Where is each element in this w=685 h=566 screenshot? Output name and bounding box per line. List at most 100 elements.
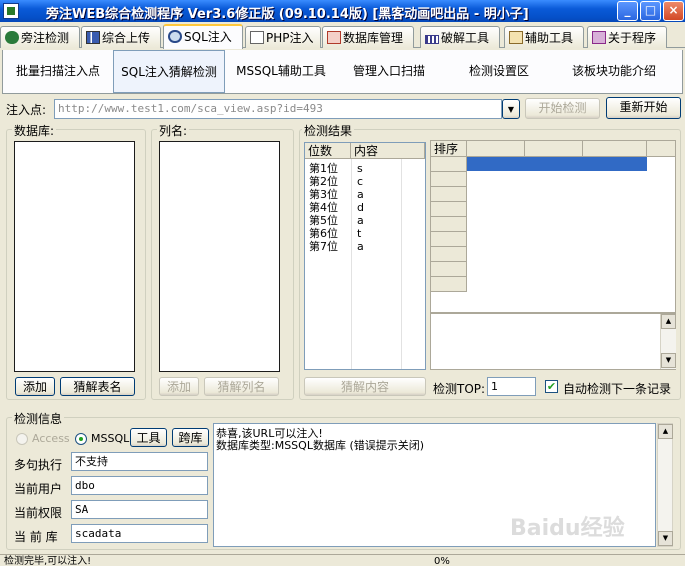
tab-label: SQL注入 [184, 30, 232, 44]
cross-db-button[interactable]: 跨库 [172, 428, 209, 447]
tools-button[interactable]: 工具 [130, 428, 167, 447]
tab-about[interactable]: 关于程序 [587, 26, 667, 48]
tab-label: 破解工具 [441, 31, 490, 45]
window-title: 旁注WEB综合检测程序 Ver3.6修正版 (09.10.14版) [黑客动画吧… [46, 7, 529, 22]
scroll-down-icon[interactable]: ▼ [661, 353, 676, 368]
subnav-sql-guess[interactable]: SQL注入猜解检测 [113, 50, 225, 93]
scroll-down-icon[interactable]: ▼ [658, 531, 673, 546]
main-tabs: 旁注检测 综合上传 SQL注入 PHP注入 数据库管理 破解工具 辅助工具 关于… [0, 24, 685, 49]
tab-php-inject[interactable]: PHP注入 [245, 26, 321, 48]
subnav-intro[interactable]: 该板块功能介绍 [559, 50, 669, 93]
sub-nav: 批量扫描注入点 SQL注入猜解检测 MSSQL辅助工具 管理入口扫描 检测设置区… [2, 50, 683, 94]
guess-content-button[interactable]: 猜解内容 [304, 377, 426, 396]
results-table[interactable]: 位数 内容 第1位 s 第2位 c 第3位 a 第4位 d 第5位 a 第6位 t 第7位 a [304, 142, 426, 370]
col-header-content: 内容 [351, 143, 425, 159]
top-label: 检测TOP: [433, 382, 486, 396]
table-row: 第1位 s [309, 162, 363, 175]
radio-access-label: Access [32, 432, 70, 445]
auto-next-checkbox[interactable]: ✔ [545, 380, 558, 393]
subnav-admin-scan[interactable]: 管理入口扫描 [339, 50, 439, 93]
radio-mssql[interactable] [75, 433, 87, 445]
current-user-field[interactable]: dbo [71, 476, 208, 495]
grid-selected-row[interactable] [467, 157, 647, 171]
scrollbar[interactable]: ▲ ▼ [660, 314, 676, 369]
inject-url-input[interactable]: http://www.test1.com/sca_view.asp?id=493 [54, 99, 502, 119]
table-row: 第4位 d [309, 201, 364, 214]
book-icon [592, 31, 606, 44]
column-list[interactable] [159, 141, 280, 372]
progress-percent: 0% [434, 556, 450, 566]
table-row: 第3位 a [309, 188, 364, 201]
radio-access[interactable] [16, 433, 28, 445]
title-bar: 旁注WEB综合检测程序 Ver3.6修正版 (09.10.14版) [黑客动画吧… [0, 0, 685, 22]
message-scrollbar[interactable]: ▲ ▼ [657, 423, 673, 547]
current-db-label: 当 前 库 [14, 530, 58, 544]
result-text-area[interactable]: ▲ ▼ [430, 313, 676, 370]
subnav-mssql-tools[interactable]: MSSQL辅助工具 [227, 50, 335, 93]
status-bar: 检测完毕,可以注入! 0% [0, 554, 685, 566]
subnav-settings[interactable]: 检测设置区 [449, 50, 549, 93]
app-icon [3, 3, 19, 19]
grid-header [467, 141, 525, 157]
detect-message-box[interactable]: 恭喜,该URL可以注入! 数据库类型:MSSQL数据库 (错误提示关闭) Bai… [213, 423, 656, 547]
db-add-button[interactable]: 添加 [15, 377, 55, 396]
tab-side-inject[interactable]: 旁注检测 [0, 26, 80, 48]
guess-columns-button[interactable]: 猜解列名 [204, 377, 279, 396]
database-list[interactable] [14, 141, 135, 372]
tab-label: 辅助工具 [525, 31, 574, 45]
maximize-button[interactable]: □ [640, 1, 661, 21]
clipboard-icon [509, 31, 523, 44]
status-text: 检测完毕,可以注入! [4, 556, 92, 566]
guess-tables-button[interactable]: 猜解表名 [60, 377, 135, 396]
chart-icon [86, 31, 100, 44]
keyboard-icon [425, 35, 439, 44]
current-priv-field[interactable]: SA [71, 500, 208, 519]
tab-sql-inject[interactable]: SQL注入 [163, 24, 243, 49]
inject-label: 注入点: [6, 103, 47, 117]
tab-upload[interactable]: 综合上传 [81, 26, 161, 48]
database-title: 数据库: [12, 122, 57, 139]
restart-button[interactable]: 重新开始 [606, 97, 681, 119]
scroll-up-icon[interactable]: ▲ [658, 424, 673, 439]
grid-header [525, 141, 583, 157]
database-icon [327, 31, 341, 44]
grid-header [583, 141, 647, 157]
tab-label: 关于程序 [608, 31, 657, 45]
grid-header-sort: 排序 [431, 141, 467, 157]
tab-label: 旁注检测 [21, 31, 70, 45]
current-db-field[interactable]: scadata [71, 524, 208, 543]
data-grid[interactable]: 排序 [430, 140, 676, 313]
tab-crack[interactable]: 破解工具 [420, 26, 500, 48]
current-priv-label: 当前权限 [14, 506, 63, 520]
multi-stmt-field[interactable]: 不支持 [71, 452, 208, 471]
start-detect-button[interactable]: 开始检测 [525, 98, 600, 119]
auto-next-label: 自动检测下一条记录 [563, 382, 672, 396]
document-icon [250, 31, 264, 44]
results-title: 检测结果 [302, 122, 355, 139]
detect-info-title: 检测信息 [12, 410, 65, 427]
message-line: 数据库类型:MSSQL数据库 (错误提示关闭) [216, 439, 425, 452]
tab-label: PHP注入 [266, 31, 314, 45]
col-header-pos: 位数 [305, 143, 351, 159]
grid-header [647, 141, 675, 157]
close-button[interactable]: × [663, 1, 684, 21]
tab-database[interactable]: 数据库管理 [322, 26, 414, 48]
col-add-button[interactable]: 添加 [159, 377, 199, 396]
globe-icon [5, 31, 19, 44]
subnav-batch-scan[interactable]: 批量扫描注入点 [3, 50, 113, 93]
minimize-button[interactable]: _ [617, 1, 638, 21]
scroll-up-icon[interactable]: ▲ [661, 314, 676, 329]
multi-stmt-label: 多句执行 [14, 458, 63, 472]
tab-aux-tools[interactable]: 辅助工具 [504, 26, 584, 48]
current-user-label: 当前用户 [14, 482, 63, 496]
top-input[interactable]: 1 [487, 377, 536, 396]
column-title: 列名: [157, 122, 190, 139]
search-icon [168, 30, 182, 43]
watermark-text: Baidu经验 [510, 516, 625, 541]
table-row: 第5位 a [309, 214, 364, 227]
table-row: 第6位 t [309, 227, 362, 240]
chevron-down-icon[interactable]: ▼ [502, 99, 520, 119]
tab-label: 数据库管理 [343, 31, 404, 45]
table-row: 第2位 c [309, 175, 364, 188]
tab-label: 综合上传 [102, 31, 151, 45]
